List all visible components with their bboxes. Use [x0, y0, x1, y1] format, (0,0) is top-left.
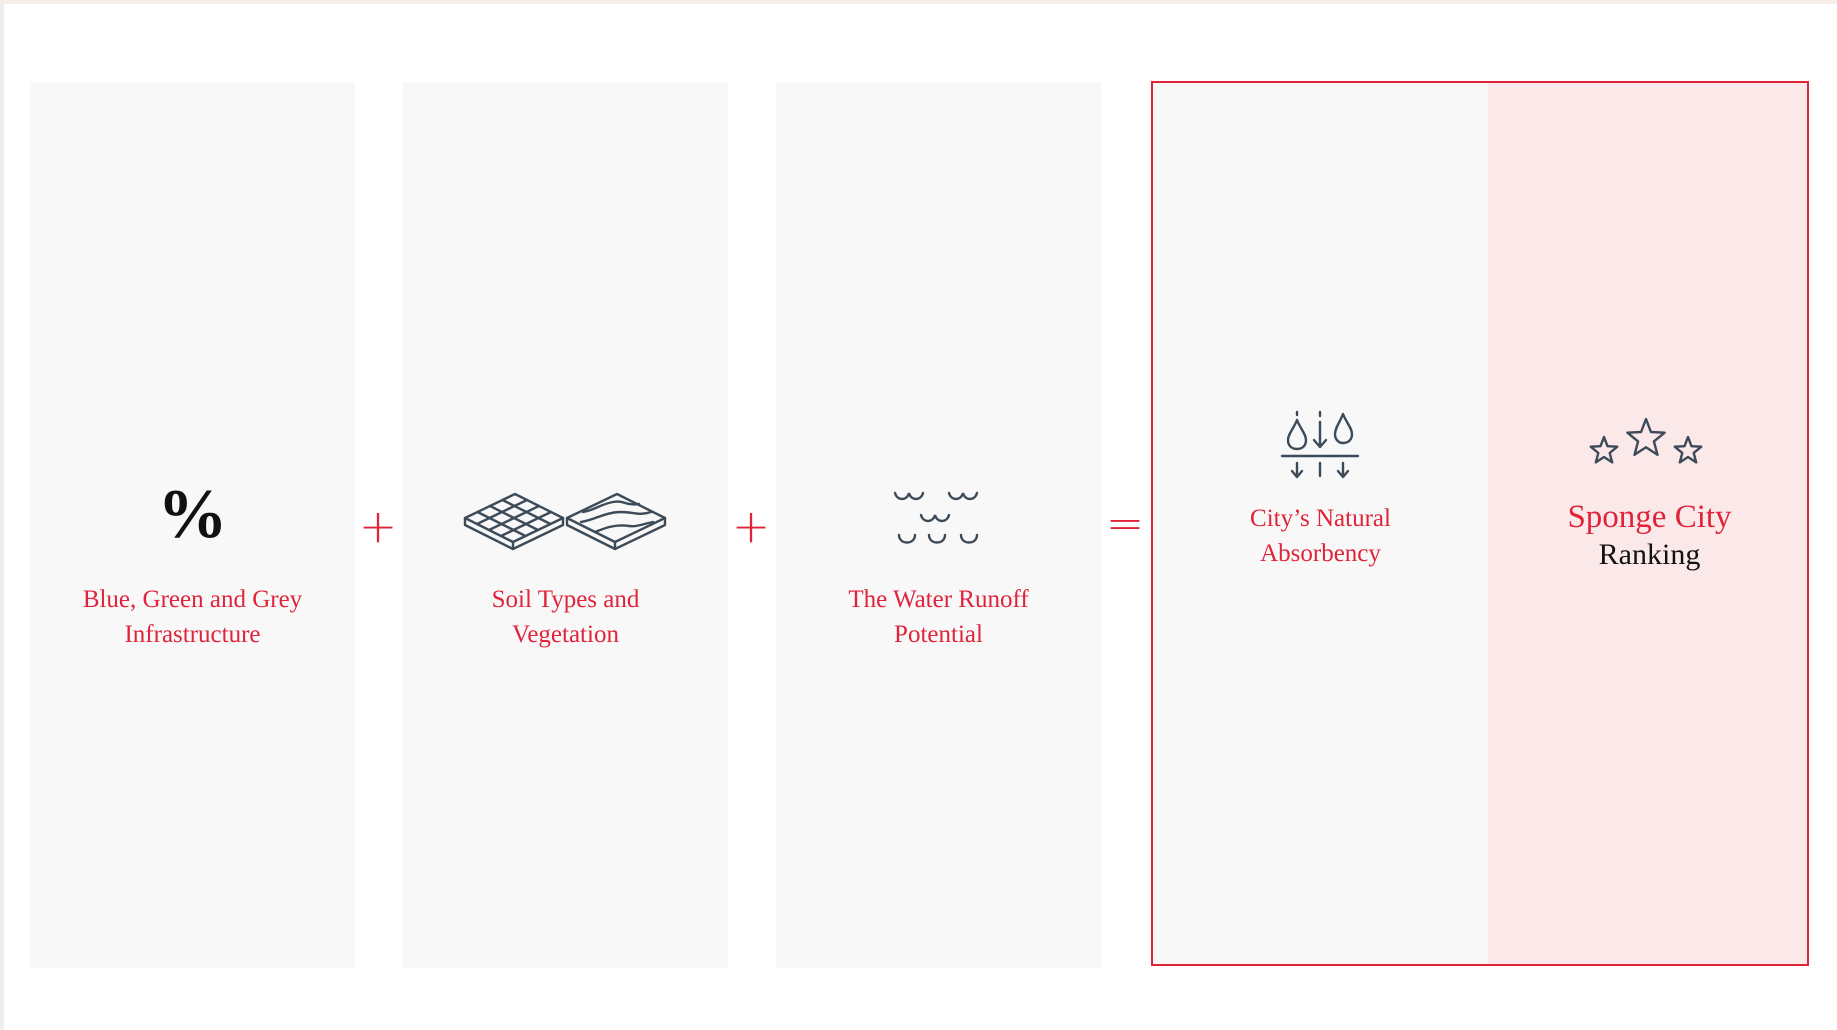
water-runoff-panel: The Water Runoff Potential — [776, 82, 1101, 968]
ranking-panel: Sponge City Ranking — [1488, 83, 1807, 964]
infrastructure-panel: % Blue, Green and Grey Infrastructure — [30, 82, 355, 968]
page-left-edge — [0, 0, 4, 1030]
absorbency-label-line-2: Absorbency — [1260, 540, 1381, 567]
absorbency-label-line-1: City’s Natural — [1250, 505, 1391, 532]
infrastructure-label-line-1: Blue, Green and Grey — [82, 586, 303, 613]
infrastructure-label-line-2: Infrastructure — [124, 621, 261, 648]
page-top-edge — [0, 0, 1837, 4]
soil-vegetation-panel: Soil Types and Vegetation — [403, 82, 728, 968]
soil-vegetation-label-line-2: Vegetation — [512, 621, 619, 648]
plus-operator-1: + — [358, 499, 398, 553]
ranking-label: Sponge City Ranking — [1488, 497, 1807, 573]
water-waves-icon — [893, 491, 979, 544]
equals-operator: = — [1105, 496, 1145, 550]
absorbency-panel: City’s Natural Absorbency — [1153, 83, 1488, 964]
infrastructure-label: Blue, Green and Grey Infrastructure — [30, 582, 355, 652]
ranking-title: Sponge City — [1567, 499, 1732, 535]
percent-icon: % — [157, 476, 228, 553]
water-runoff-label-line-2: Potential — [894, 621, 983, 648]
soil-vegetation-label: Soil Types and Vegetation — [403, 582, 728, 652]
result-frame: City’s Natural Absorbency Sponge City Ra… — [1151, 81, 1809, 966]
plus-operator-2: + — [731, 499, 771, 553]
three-stars-icon — [1589, 417, 1703, 464]
ranking-subtitle: Ranking — [1598, 538, 1701, 571]
soil-vegetation-label-line-1: Soil Types and — [491, 586, 640, 613]
water-runoff-label: The Water Runoff Potential — [776, 582, 1101, 652]
soil-tiles-icon — [463, 492, 667, 551]
absorbency-label: City’s Natural Absorbency — [1153, 501, 1488, 571]
absorbency-drops-icon — [1280, 410, 1360, 479]
water-runoff-label-line-1: The Water Runoff — [848, 586, 1029, 613]
